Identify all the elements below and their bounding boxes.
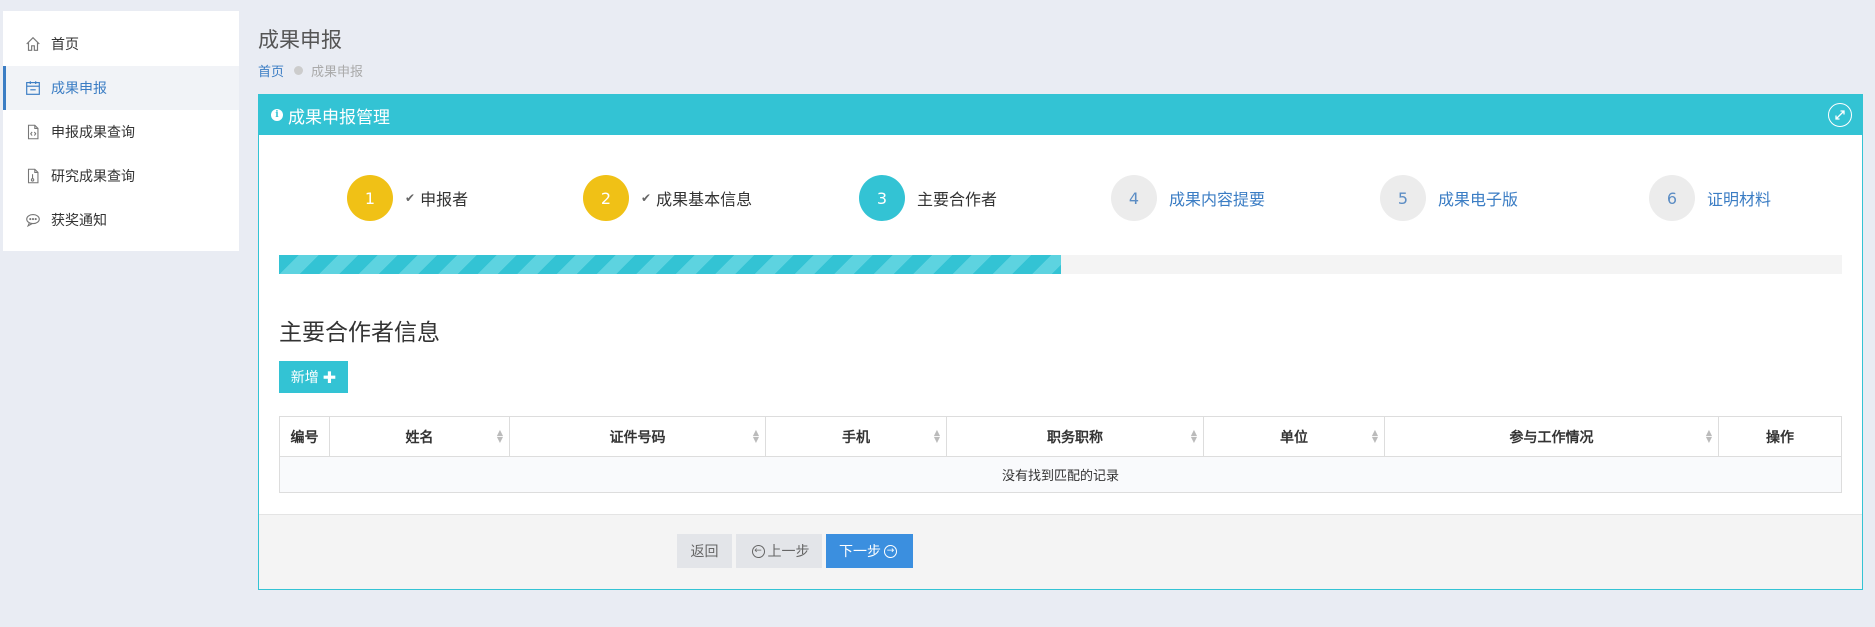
column-header-phone[interactable]: 手机 ▲ ▼	[765, 416, 947, 457]
sidebar-item-achievement-declare[interactable]: 成果申报	[3, 66, 239, 110]
step-label: 成果电子版	[1438, 190, 1519, 209]
step-6[interactable]: 6 证明材料	[1649, 175, 1771, 221]
calendar-icon	[23, 78, 43, 98]
declare-panel: i 成果申报管理 1 ✔ 申报者 2 ✔ 成果基本信息 3 主要合作者 4 成果内容…	[258, 94, 1863, 590]
breadcrumb-current: 成果申报	[311, 65, 364, 80]
back-button[interactable]: 返回	[677, 534, 732, 568]
chat-bubble-icon	[23, 210, 43, 230]
step-label: 申报者	[420, 190, 469, 209]
step-label: 成果基本信息	[656, 190, 753, 209]
step-label: 成果内容提要	[1169, 190, 1266, 209]
prev-step-button[interactable]: ← 上一步	[736, 534, 822, 568]
add-button-label: 新增	[290, 370, 319, 386]
column-header-name[interactable]: 姓名 ▲ ▼	[329, 416, 510, 457]
step-number: 6	[1649, 175, 1695, 221]
progress-fill	[279, 255, 1061, 274]
sidebar-item-label: 研究成果查询	[51, 169, 135, 185]
add-button[interactable]: 新增 ✚	[279, 361, 348, 393]
step-number: 4	[1111, 175, 1157, 221]
next-step-button[interactable]: 下一步 →	[826, 534, 913, 568]
code-file-icon	[23, 122, 43, 142]
sort-icon: ▲ ▼	[1705, 428, 1712, 444]
step-number: 3	[859, 175, 905, 221]
arrow-left-circle-icon: ←	[751, 544, 765, 558]
step-label: 证明材料	[1707, 190, 1772, 209]
check-icon: ✔	[405, 191, 416, 205]
step-number: 2	[583, 175, 629, 221]
info-icon: i	[271, 109, 283, 121]
sidebar: 首页 成果申报 申报成果查询 研究成果查询 获奖通知	[3, 11, 239, 251]
expand-icon	[1835, 110, 1845, 120]
sort-icon: ▲ ▼	[933, 428, 940, 444]
step-4[interactable]: 4 成果内容提要	[1111, 175, 1265, 221]
sort-icon: ▲ ▼	[1371, 428, 1378, 444]
prev-step-label: 上一步	[767, 544, 810, 560]
sidebar-item-label: 成果申报	[51, 81, 107, 97]
breadcrumb-separator	[294, 66, 304, 75]
sidebar-item-home[interactable]: 首页	[3, 22, 239, 66]
column-header-id-number[interactable]: 证件号码 ▲ ▼	[509, 416, 766, 457]
panel-header: i 成果申报管理	[259, 95, 1862, 135]
expand-button[interactable]	[1828, 103, 1852, 127]
next-step-label: 下一步	[839, 544, 881, 560]
panel-title: 成果申报管理	[288, 107, 390, 128]
step-number: 5	[1380, 175, 1426, 221]
back-button-label: 返回	[690, 544, 719, 560]
breadcrumb: 首页 成果申报	[258, 61, 363, 80]
step-label: 主要合作者	[917, 190, 998, 209]
empty-message: 没有找到匹配的记录	[279, 456, 1842, 493]
sidebar-item-label: 首页	[51, 37, 79, 53]
table-row-empty: 没有找到匹配的记录	[279, 456, 1842, 493]
column-header-id[interactable]: 编号	[279, 416, 330, 457]
breadcrumb-home-link[interactable]: 首页	[258, 61, 284, 80]
column-header-actions: 操作	[1718, 416, 1842, 457]
sort-icon: ▲ ▼	[496, 428, 503, 444]
step-5[interactable]: 5 成果电子版	[1380, 175, 1518, 221]
panel-footer: 返回 ← 上一步 下一步 →	[259, 514, 1862, 589]
table-header-row: 编号 姓名 ▲ ▼ 证件号码 ▲ ▼ 手机 ▲ ▼ 职务职称 ▲ ▼ 单位 ▲ ▼ 参与工作情况 ▲ ▼…	[279, 416, 1842, 457]
home-icon	[23, 34, 43, 54]
step-3[interactable]: 3 主要合作者	[859, 175, 997, 221]
sort-icon: ▲ ▼	[1190, 428, 1197, 444]
arrow-right-circle-icon: →	[884, 544, 897, 558]
report-file-icon	[23, 166, 43, 186]
section-title: 主要合作者信息	[279, 320, 440, 346]
step-1[interactable]: 1 ✔ 申报者	[347, 175, 468, 221]
step-progress-bar	[279, 255, 1842, 274]
sidebar-item-award-notice[interactable]: 获奖通知	[3, 198, 239, 242]
sidebar-item-declared-query[interactable]: 申报成果查询	[3, 110, 239, 154]
collaborators-table: 编号 姓名 ▲ ▼ 证件号码 ▲ ▼ 手机 ▲ ▼ 职务职称 ▲ ▼ 单位 ▲ ▼ 参与工作情况 ▲ ▼…	[279, 416, 1842, 493]
sidebar-item-label: 获奖通知	[51, 213, 107, 229]
step-2[interactable]: 2 ✔ 成果基本信息	[583, 175, 752, 221]
check-icon: ✔	[641, 191, 652, 205]
column-header-unit[interactable]: 单位 ▲ ▼	[1203, 416, 1385, 457]
page-title: 成果申报	[258, 28, 342, 52]
sort-icon: ▲ ▼	[752, 428, 759, 444]
column-header-title[interactable]: 职务职称 ▲ ▼	[946, 416, 1204, 457]
sidebar-item-label: 申报成果查询	[51, 125, 135, 141]
step-number: 1	[347, 175, 393, 221]
column-header-participation[interactable]: 参与工作情况 ▲ ▼	[1384, 416, 1719, 457]
plus-icon: ✚	[322, 367, 337, 387]
sidebar-item-research-query[interactable]: 研究成果查询	[3, 154, 239, 198]
